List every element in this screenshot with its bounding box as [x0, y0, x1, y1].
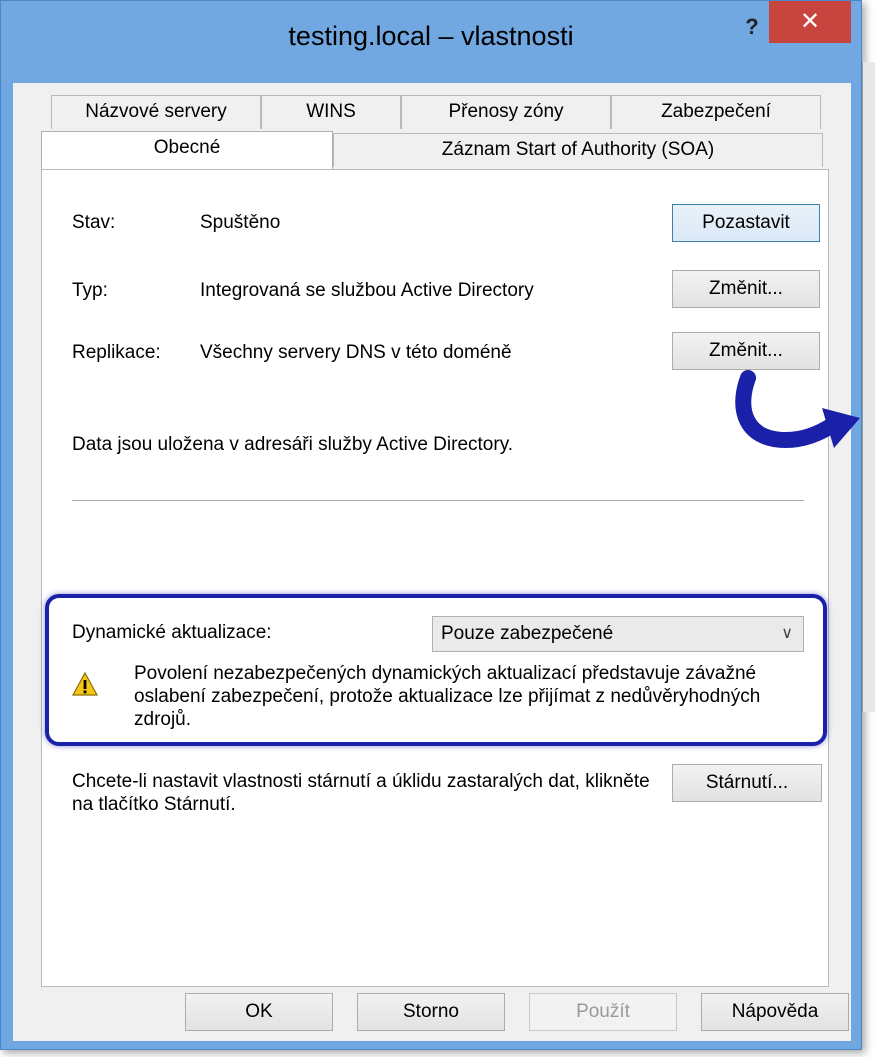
title-bar[interactable]: testing.local – vlastnosti ? ✕ — [1, 1, 861, 83]
type-value: Integrovaná se službou Active Directory — [200, 280, 534, 301]
tab-soa[interactable]: Záznam Start of Authority (SOA) — [333, 133, 823, 167]
tab-name-servers[interactable]: Názvové servery — [51, 95, 261, 129]
window-title: testing.local – vlastnosti — [288, 21, 574, 51]
help-footer-button[interactable]: Nápověda — [701, 993, 849, 1031]
chevron-down-icon: ∨ — [781, 625, 793, 642]
curved-arrow-icon — [735, 370, 860, 449]
pause-button[interactable]: Pozastavit — [672, 204, 820, 242]
insecure-updates-warning: Povolení nezabezpečených dynamických akt… — [134, 663, 761, 730]
background-window-edge — [862, 62, 875, 712]
type-label: Typ: — [72, 280, 108, 301]
replication-change-button[interactable]: Změnit... — [672, 332, 820, 370]
tab-zone-transfers[interactable]: Přenosy zóny — [401, 95, 611, 129]
divider — [72, 500, 804, 501]
aging-button[interactable]: Stárnutí... — [672, 764, 822, 802]
aging-info: Chcete-li nastavit vlastnosti stárnutí a… — [72, 771, 650, 815]
properties-dialog: testing.local – vlastnosti ? ✕ Názvové s… — [0, 0, 862, 1050]
help-button[interactable]: ? — [738, 13, 766, 41]
type-change-button[interactable]: Změnit... — [672, 270, 820, 308]
tab-wins[interactable]: WINS — [261, 95, 401, 129]
dynamic-updates-select[interactable]: Pouze zabezpečené ∨ — [432, 616, 804, 652]
apply-button[interactable]: Použít — [529, 993, 677, 1031]
general-tab-panel: Stav: Spuštěno Pozastavit Typ: Integrova… — [41, 169, 829, 987]
storage-info: Data jsou uložena v adresáři služby Acti… — [72, 434, 514, 455]
tab-general[interactable]: Obecné — [41, 131, 333, 169]
dynamic-updates-selected: Pouze zabezpečené — [441, 623, 614, 644]
warning-icon — [72, 672, 98, 696]
dialog-client-area: Názvové servery WINS Přenosy zóny Zabezp… — [13, 83, 851, 1041]
status-value: Spuštěno — [200, 212, 281, 233]
replication-label: Replikace: — [72, 342, 161, 363]
cancel-button[interactable]: Storno — [357, 993, 505, 1031]
status-label: Stav: — [72, 212, 116, 233]
tab-security[interactable]: Zabezpečení — [611, 95, 821, 129]
dynamic-updates-label: Dynamické aktualizace: — [72, 622, 272, 643]
replication-value: Všechny servery DNS v této doméně — [200, 342, 512, 363]
close-button[interactable]: ✕ — [769, 1, 851, 43]
ok-button[interactable]: OK — [185, 993, 333, 1031]
